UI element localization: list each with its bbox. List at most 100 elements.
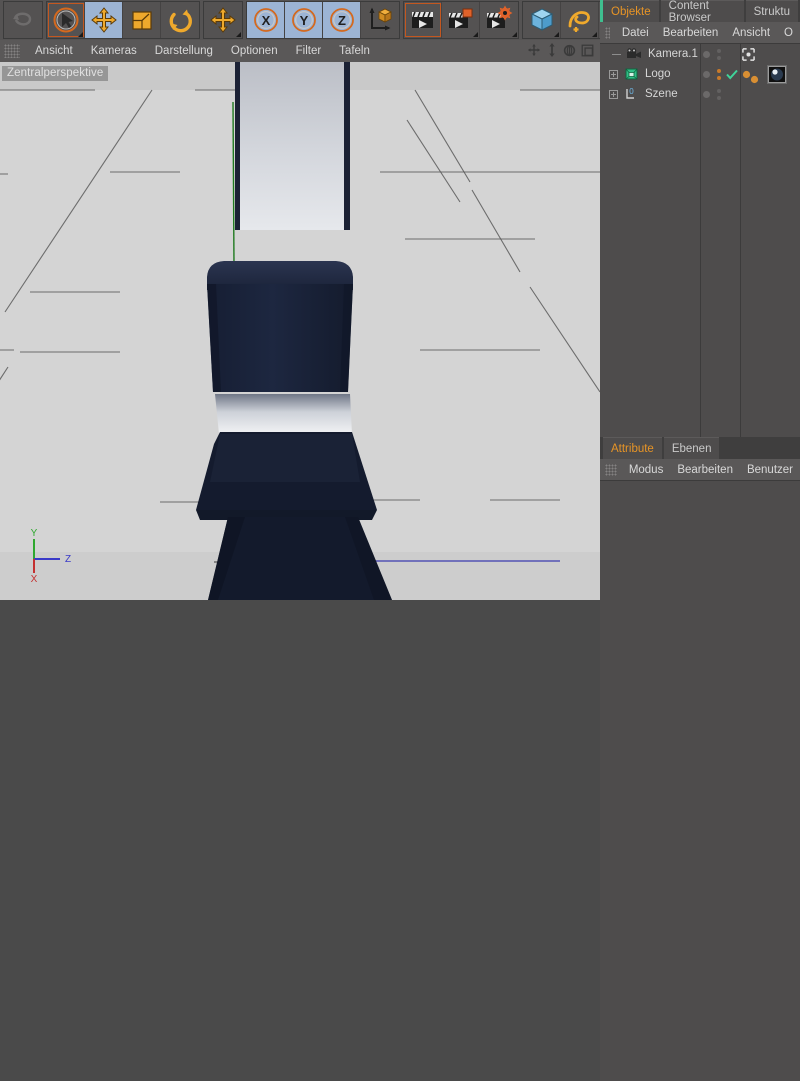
object-menu-bearbeiten[interactable]: Bearbeiten <box>656 22 726 44</box>
tag-area[interactable] <box>742 44 755 64</box>
rotate-tool-button[interactable] <box>161 2 199 38</box>
viewport-menu-kameras[interactable]: Kameras <box>82 40 146 62</box>
svg-text:Z: Z <box>338 13 346 28</box>
tab-content-browser[interactable]: Content Browser <box>660 0 744 24</box>
clapper-region-icon <box>448 8 472 28</box>
viewport-menu-darstellung[interactable]: Darstellung <box>146 40 222 62</box>
viewport-menu-optionen[interactable]: Optionen <box>222 40 287 62</box>
object-manager-menu-grip[interactable] <box>605 26 610 39</box>
object-row-logo[interactable]: Logo <box>600 64 800 84</box>
viewport-panel[interactable]: Ansicht Kameras Darstellung Optionen Fil… <box>0 40 600 600</box>
object-label: Szene <box>645 88 678 100</box>
camera-icon <box>625 46 643 62</box>
scale-tool-button[interactable] <box>123 2 161 38</box>
target-marker-icon[interactable] <box>742 47 755 61</box>
render-view-button[interactable] <box>404 2 442 38</box>
viewport-menu-filter[interactable]: Filter <box>287 40 331 62</box>
undo-arrow-icon <box>13 12 32 26</box>
scale-box-icon <box>131 11 152 30</box>
object-label: Logo <box>645 68 671 80</box>
svg-text:Y: Y <box>299 13 308 28</box>
viewport-controls <box>527 43 594 57</box>
clapper-gear-icon <box>487 5 513 28</box>
attribute-menu-benutzer[interactable]: Benutzer <box>740 459 800 481</box>
add-cube-button[interactable] <box>523 2 561 38</box>
visibility-dots-render[interactable] <box>717 68 721 80</box>
object-menu-objekte[interactable]: O <box>777 22 800 44</box>
pan-view-icon[interactable] <box>527 43 541 57</box>
viewport-menu-grip[interactable] <box>4 44 20 58</box>
object-manager-tabbar: Objekte Content Browser Struktu <box>600 0 800 24</box>
logo-3d-object[interactable] <box>0 62 600 600</box>
render-region-button[interactable] <box>442 2 480 38</box>
svg-text:X: X <box>261 13 270 28</box>
toolbar-group-undo <box>3 1 43 39</box>
z-axis-button[interactable]: Z <box>323 2 361 38</box>
orange-spline-icon <box>568 11 590 32</box>
right-panel-column: Objekte Content Browser Struktu Datei Be… <box>600 0 800 1081</box>
toolbar-group-axis <box>203 1 243 39</box>
expander-plus[interactable] <box>607 89 620 99</box>
maximize-view-icon[interactable] <box>581 44 594 57</box>
object-manager-menubar: Datei Bearbeiten Ansicht O <box>600 22 800 44</box>
viewport-canvas[interactable]: Zentralperspektive Y Z X <box>0 62 600 600</box>
viewport-menu-ansicht[interactable]: Ansicht <box>26 40 82 62</box>
toolbar-group-render <box>403 1 519 39</box>
x-axis-button[interactable]: X <box>247 2 285 38</box>
expander-plus[interactable] <box>607 69 620 79</box>
viewport-menu-tafeln[interactable]: Tafeln <box>330 40 379 62</box>
add-spline-button[interactable] <box>561 2 599 38</box>
x-axis-icon: X <box>253 8 278 32</box>
tag-area[interactable] <box>742 64 787 84</box>
svg-text:0: 0 <box>629 87 634 96</box>
visibility-dot-editor[interactable] <box>703 90 710 98</box>
attribute-menu-grip[interactable] <box>605 463 617 476</box>
attribute-menu-bearbeiten[interactable]: Bearbeiten <box>670 459 740 481</box>
move-axis-button[interactable] <box>204 2 242 38</box>
object-manager-tree[interactable]: Kamera.1 Logo 0 Szene <box>600 44 800 437</box>
viewport-menubar: Ansicht Kameras Darstellung Optionen Fil… <box>0 40 600 62</box>
enabled-check-icon[interactable] <box>726 69 738 80</box>
object-menu-datei[interactable]: Datei <box>615 22 656 44</box>
move-tool-button[interactable] <box>85 2 123 38</box>
visibility-dot-editor[interactable] <box>703 70 710 78</box>
blue-cube-icon <box>530 8 553 31</box>
move-cross-icon <box>210 7 236 33</box>
material-tag[interactable] <box>767 64 787 84</box>
viewport-perspective-label: Zentralperspektive <box>2 66 109 81</box>
tab-attribute[interactable]: Attribute <box>603 437 662 459</box>
object-row-szene[interactable]: 0 Szene <box>600 84 800 104</box>
toolbar-group-xyz: X Y Z <box>246 1 400 39</box>
tag-dot-icon <box>750 75 759 83</box>
selection-tool-button[interactable] <box>47 2 85 38</box>
main-toolbar: X Y Z <box>0 0 638 40</box>
object-row-kamera[interactable]: Kamera.1 <box>600 44 800 64</box>
clapper-icon <box>411 11 433 28</box>
attribute-manager-menubar: Modus Bearbeiten Benutzer <box>600 459 800 481</box>
toolbar-group-tools <box>46 1 200 39</box>
visibility-dots-render[interactable] <box>717 88 721 100</box>
y-axis-button[interactable]: Y <box>285 2 323 38</box>
extrude-nurbs-icon <box>622 66 640 82</box>
rotate-circle-icon <box>169 9 192 33</box>
object-menu-ansicht[interactable]: Ansicht <box>725 22 777 44</box>
dolly-view-icon[interactable] <box>546 43 558 57</box>
attribute-manager-tabbar: Attribute Ebenen <box>600 437 800 459</box>
z-axis-icon: Z <box>329 8 354 32</box>
move-cross-icon <box>90 7 117 33</box>
world-axis-cube-icon <box>369 7 392 31</box>
visibility-dots-render[interactable] <box>717 48 721 60</box>
tab-objekte[interactable]: Objekte <box>603 0 659 22</box>
cinema4d-window: X Y Z Ansicht Kameras Darstellung Option… <box>0 0 800 1081</box>
world-coordinates-button[interactable] <box>361 2 399 38</box>
attribute-menu-modus[interactable]: Modus <box>622 459 671 481</box>
rotate-view-icon[interactable] <box>563 44 576 57</box>
object-label: Kamera.1 <box>648 48 698 60</box>
tab-ebenen[interactable]: Ebenen <box>663 437 720 459</box>
null-object-icon: 0 <box>622 86 640 102</box>
tab-struktur[interactable]: Struktu <box>745 0 798 22</box>
tree-connector <box>610 53 623 55</box>
visibility-dot-editor[interactable] <box>703 50 710 58</box>
undo-button[interactable] <box>4 2 42 38</box>
render-settings-button[interactable] <box>480 2 518 38</box>
